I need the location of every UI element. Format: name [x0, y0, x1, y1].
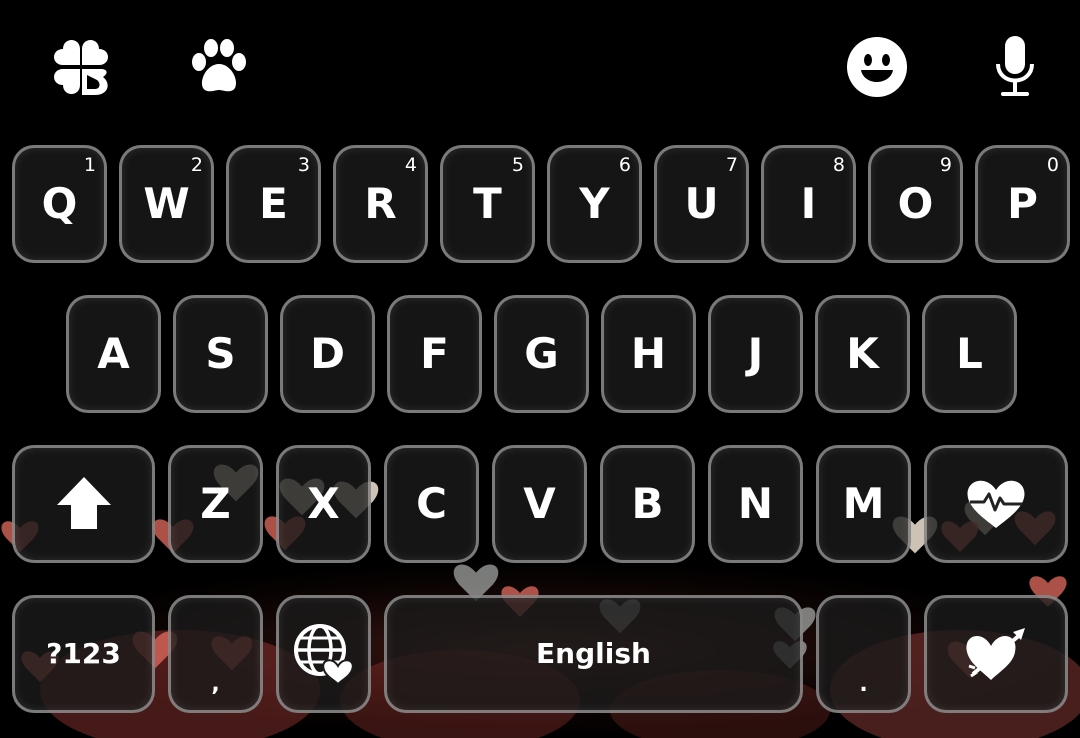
key-label: D [310, 329, 345, 378]
space-bar[interactable]: English [384, 595, 803, 713]
key-m[interactable]: M [816, 445, 911, 563]
key-label: W [143, 179, 190, 228]
key-b[interactable]: B [600, 445, 695, 563]
key-x[interactable]: X [276, 445, 371, 563]
language-key[interactable] [276, 595, 371, 713]
key-hint: 7 [725, 154, 738, 176]
key-hint: 6 [618, 154, 631, 176]
key-p[interactable]: 0 P [975, 145, 1070, 263]
shift-key[interactable] [12, 445, 155, 563]
key-label: K [846, 329, 879, 378]
key-d[interactable]: D [280, 295, 375, 413]
comma-key[interactable]: , [168, 595, 263, 713]
key-label: T [473, 179, 502, 228]
key-a[interactable]: A [66, 295, 161, 413]
keyboard: 1 Q 2 W 3 E 4 R 5 T 6 Y 7 U 8 I 9 O 0 P … [0, 0, 1080, 738]
enter-key[interactable] [924, 595, 1068, 713]
microphone-icon[interactable] [990, 32, 1040, 102]
key-label: O [897, 179, 934, 228]
key-label: Z [200, 479, 231, 528]
key-w[interactable]: 2 W [119, 145, 214, 263]
key-k[interactable]: K [815, 295, 910, 413]
key-c[interactable]: C [384, 445, 479, 563]
key-label: M [842, 479, 885, 528]
key-n[interactable]: N [708, 445, 803, 563]
key-label: J [747, 329, 764, 378]
key-label: B [631, 479, 664, 528]
key-h[interactable]: H [601, 295, 696, 413]
key-hint: 9 [939, 154, 952, 176]
backspace-key[interactable] [924, 445, 1068, 563]
key-hint: 2 [190, 154, 203, 176]
key-label: P [1007, 179, 1038, 228]
key-label: H [630, 329, 667, 378]
key-i[interactable]: 8 I [761, 145, 856, 263]
key-label: L [956, 329, 983, 378]
symbols-label: ?123 [46, 637, 121, 670]
key-label: G [524, 329, 559, 378]
period-key[interactable]: . [816, 595, 911, 713]
key-label: N [737, 479, 774, 528]
paw-icon[interactable] [186, 32, 252, 100]
key-hint: 0 [1046, 154, 1059, 176]
key-label: Q [41, 179, 78, 228]
comma-label: , [211, 672, 220, 697]
key-label: U [684, 179, 719, 228]
emoji-icon[interactable] [844, 34, 910, 100]
space-bar-label: English [536, 637, 651, 670]
shift-icon [56, 477, 111, 529]
key-label: I [800, 179, 817, 228]
key-label: X [307, 479, 340, 528]
symbols-key[interactable]: ?123 [12, 595, 155, 713]
key-hint: 3 [297, 154, 310, 176]
key-label: Y [579, 179, 610, 228]
key-y[interactable]: 6 Y [547, 145, 642, 263]
key-u[interactable]: 7 U [654, 145, 749, 263]
period-label: . [859, 672, 868, 697]
key-f[interactable]: F [387, 295, 482, 413]
key-label: C [416, 479, 447, 528]
key-v[interactable]: V [492, 445, 587, 563]
key-t[interactable]: 5 T [440, 145, 535, 263]
key-label: S [205, 329, 236, 378]
heartbeat-delete-icon [967, 480, 1025, 528]
key-o[interactable]: 9 O [868, 145, 963, 263]
heart-arrow-icon [966, 628, 1025, 680]
key-r[interactable]: 4 R [333, 145, 428, 263]
key-label: E [259, 179, 288, 228]
key-j[interactable]: J [708, 295, 803, 413]
key-hint: 1 [83, 154, 96, 176]
key-g[interactable]: G [494, 295, 589, 413]
key-hint: 5 [511, 154, 524, 176]
key-z[interactable]: Z [168, 445, 263, 563]
key-label: F [420, 329, 449, 378]
key-hint: 8 [832, 154, 845, 176]
clover-icon[interactable] [46, 32, 116, 102]
key-label: V [523, 479, 556, 528]
key-label: R [364, 179, 397, 228]
key-label: A [97, 329, 130, 378]
key-s[interactable]: S [173, 295, 268, 413]
globe-heart-icon [293, 624, 354, 686]
key-q[interactable]: 1 Q [12, 145, 107, 263]
key-e[interactable]: 3 E [226, 145, 321, 263]
key-l[interactable]: L [922, 295, 1017, 413]
key-hint: 4 [404, 154, 417, 176]
